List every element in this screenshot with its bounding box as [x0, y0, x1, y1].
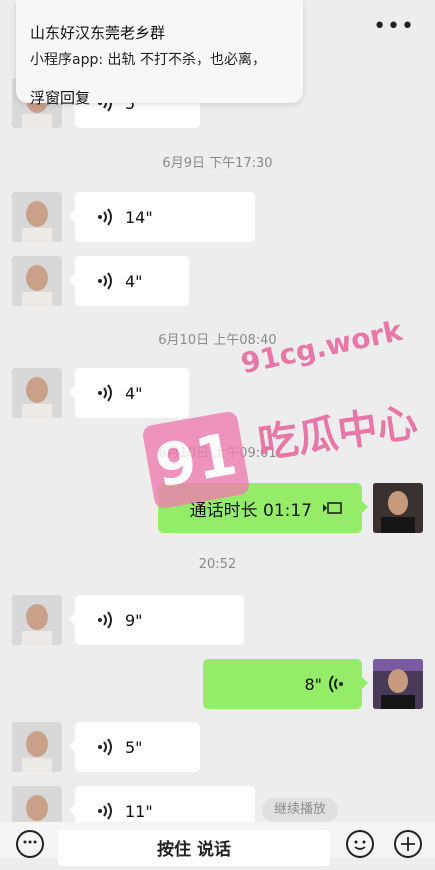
voice-duration: 5": [125, 737, 143, 757]
notification-body: 小程序app: 出轨 不打不杀，也必离，: [30, 52, 266, 68]
sender-avatar[interactable]: [12, 256, 62, 306]
voice-duration: 4": [125, 383, 143, 403]
hold-to-talk-button[interactable]: 按住 说话: [58, 830, 330, 866]
plus-button[interactable]: [394, 830, 422, 858]
voice-wave-icon: [98, 802, 112, 820]
float-reply-button[interactable]: 浮窗回复: [30, 87, 90, 108]
voice-message[interactable]: 14": [69, 192, 255, 242]
voice-message[interactable]: 9": [69, 595, 244, 645]
video-call-icon: [323, 502, 342, 514]
timestamp: 6月10日 上午09:01: [158, 446, 277, 461]
voice-duration: 14": [125, 207, 153, 227]
emoji-button[interactable]: [346, 830, 374, 858]
my-avatar[interactable]: [373, 659, 423, 709]
timestamp: 20:52: [198, 557, 237, 572]
sender-avatar[interactable]: [12, 722, 62, 772]
more-dots-icon: •••: [373, 14, 415, 39]
voice-wave-icon: [98, 272, 112, 290]
voice-wave-icon: [329, 675, 343, 693]
timestamp: 6月10日 上午08:40: [158, 333, 277, 348]
notification-title: 山东好汉东莞老乡群: [30, 24, 166, 42]
voice-duration: 4": [125, 271, 143, 291]
voice-wave-icon: [98, 738, 112, 756]
voice-message[interactable]: 5": [69, 722, 200, 772]
notification-popup[interactable]: 山东好汉东莞老乡群 小程序app: 出轨 不打不杀，也必离， 浮窗回复: [16, 0, 303, 107]
call-duration-label: 通话时长 01:17: [189, 500, 312, 521]
emoji-icon: [354, 840, 366, 850]
voice-duration: 8": [304, 674, 322, 694]
voice-wave-icon: [98, 208, 112, 226]
continue-playback-button[interactable]: 继续播放: [262, 798, 339, 822]
my-avatar[interactable]: [373, 483, 423, 533]
voice-message[interactable]: 4": [69, 256, 189, 306]
voice-wave-icon: [98, 611, 112, 629]
timestamp: 6月9日 下午17:30: [162, 156, 273, 171]
sender-avatar[interactable]: [12, 368, 62, 418]
plus-icon: [401, 837, 415, 851]
voice-toggle-icon: [23, 840, 37, 844]
voice-message[interactable]: 4": [69, 368, 189, 418]
voice-toggle-button[interactable]: [16, 830, 44, 858]
voice-duration: 9": [125, 610, 143, 630]
voice-duration: 11": [125, 801, 153, 821]
sender-avatar[interactable]: [12, 595, 62, 645]
voice-message-outgoing[interactable]: 8": [203, 659, 368, 709]
sender-avatar[interactable]: [12, 192, 62, 242]
more-button[interactable]: •••: [373, 16, 415, 38]
call-duration-message[interactable]: 通话时长 01:17: [158, 483, 368, 533]
voice-wave-icon: [98, 384, 112, 402]
